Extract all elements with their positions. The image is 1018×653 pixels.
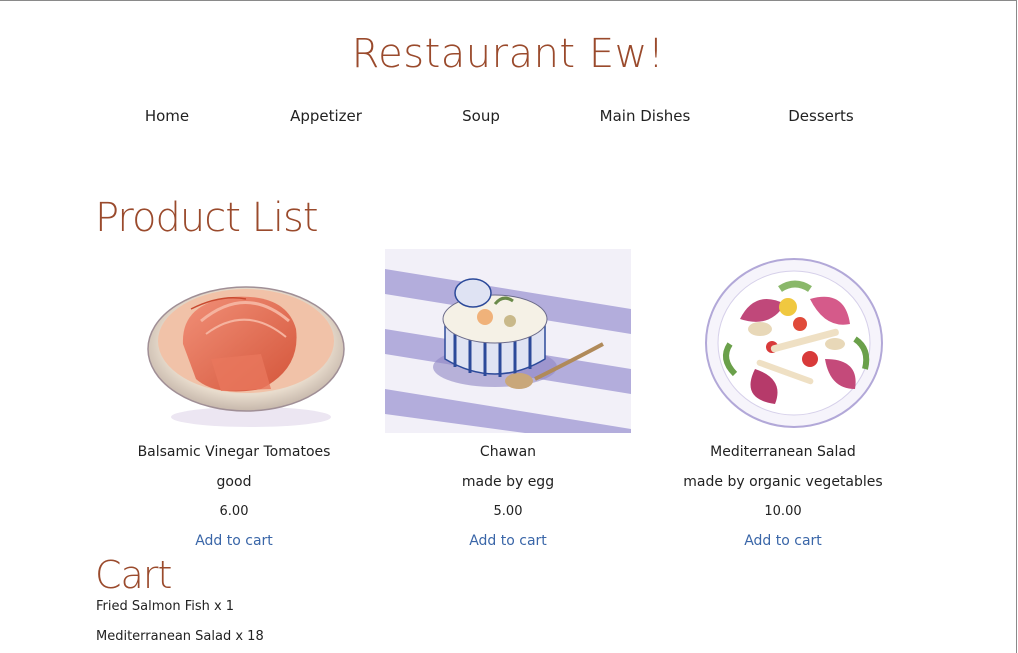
cart-item: Fried Salmon Fish x 1 bbox=[96, 599, 235, 614]
page: Restaurant Ew! Home Appetizer Soup Main … bbox=[0, 0, 1017, 653]
nav-item-soup[interactable]: Soup bbox=[462, 105, 500, 127]
nav-item-main-dishes[interactable]: Main Dishes bbox=[600, 105, 691, 127]
cart-title: Cart bbox=[95, 553, 172, 597]
product-card: Balsamic Vinegar Tomatoes good 6.00 Add … bbox=[96, 249, 372, 550]
product-list-title: Product List bbox=[95, 195, 319, 241]
site-title: Restaurant Ew! bbox=[351, 31, 665, 77]
main-nav: Home Appetizer Soup Main Dishes Desserts bbox=[0, 105, 1016, 127]
add-to-cart-button[interactable]: Add to cart bbox=[195, 532, 273, 550]
product-description: made by organic vegetables bbox=[683, 474, 883, 490]
product-name: Balsamic Vinegar Tomatoes bbox=[137, 444, 331, 460]
nav-item-appetizer[interactable]: Appetizer bbox=[290, 105, 362, 127]
product-card: Mediterranean Salad made by organic vege… bbox=[645, 249, 921, 550]
tomato-bowl-illustration-icon bbox=[147, 286, 345, 427]
product-price: 5.00 bbox=[493, 504, 523, 519]
chawanmushi-illustration-icon bbox=[385, 249, 631, 433]
salad-plate-illustration-icon bbox=[705, 258, 883, 428]
cart-item: Mediterranean Salad x 18 bbox=[96, 629, 264, 644]
product-description: good bbox=[216, 474, 252, 490]
add-to-cart-button[interactable]: Add to cart bbox=[469, 532, 547, 550]
nav-item-home[interactable]: Home bbox=[145, 105, 189, 127]
product-price: 6.00 bbox=[219, 504, 249, 519]
product-description: made by egg bbox=[461, 474, 555, 490]
add-to-cart-button[interactable]: Add to cart bbox=[744, 532, 822, 550]
product-name: Chawan bbox=[479, 444, 537, 460]
product-price: 10.00 bbox=[764, 504, 802, 519]
product-card: Chawan made by egg 5.00 Add to cart bbox=[370, 249, 646, 550]
nav-item-desserts[interactable]: Desserts bbox=[788, 105, 854, 127]
product-name: Mediterranean Salad bbox=[710, 444, 856, 460]
